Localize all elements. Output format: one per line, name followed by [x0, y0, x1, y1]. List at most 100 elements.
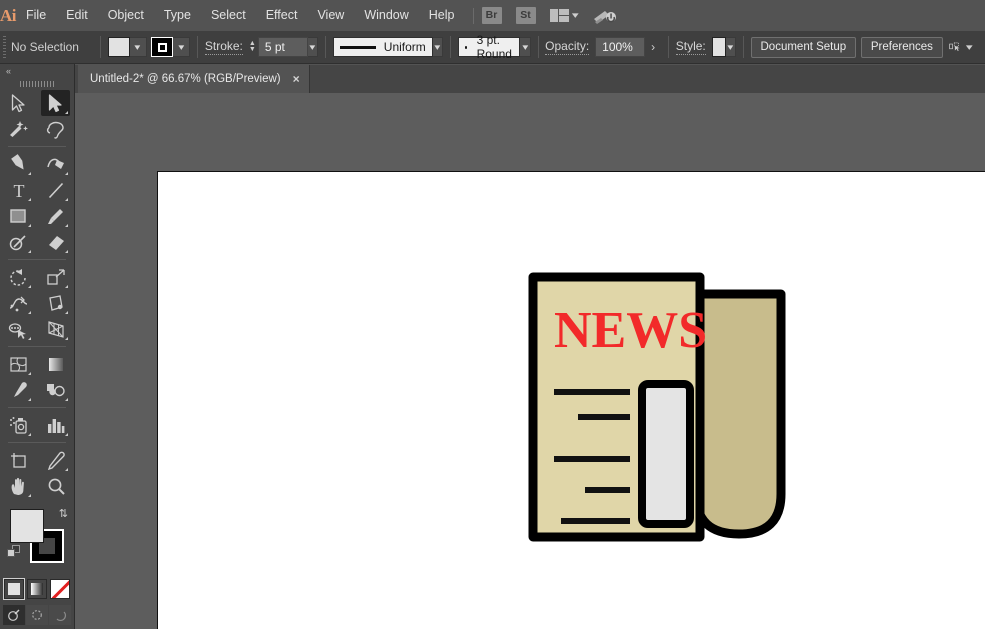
menu-edit[interactable]: Edit: [56, 0, 98, 31]
fill-color-box[interactable]: [10, 509, 44, 543]
eraser-tool[interactable]: [41, 229, 70, 255]
default-fill-stroke-icon[interactable]: [7, 545, 20, 558]
tool-flyout-indicator[interactable]: [65, 198, 68, 201]
stroke-profile-dropdown-icon[interactable]: [433, 37, 443, 57]
curvature-tool[interactable]: [41, 151, 70, 177]
menu-select[interactable]: Select: [201, 0, 256, 31]
collapse-panel-icon[interactable]: «: [0, 64, 74, 78]
tool-flyout-indicator[interactable]: [65, 250, 68, 253]
tool-flyout-indicator[interactable]: [28, 337, 31, 340]
tool-flyout-indicator[interactable]: [28, 250, 31, 253]
tool-flyout-indicator[interactable]: [28, 172, 31, 175]
stock-button[interactable]: St: [516, 7, 536, 24]
tool-flyout-indicator[interactable]: [65, 311, 68, 314]
tool-flyout-indicator[interactable]: [28, 311, 31, 314]
preferences-button[interactable]: Preferences: [861, 37, 943, 58]
free-transform-tool[interactable]: [41, 290, 70, 316]
close-icon[interactable]: ×: [293, 72, 300, 86]
bridge-button[interactable]: Br: [482, 7, 502, 24]
selection-tool[interactable]: [4, 90, 33, 116]
lasso-tool[interactable]: [41, 116, 70, 142]
stroke-weight-label[interactable]: Stroke:: [205, 39, 243, 55]
graphic-style-swatch[interactable]: [712, 37, 726, 57]
shaper-tool[interactable]: [4, 229, 33, 255]
brush-definition-dropdown-icon[interactable]: [520, 37, 530, 57]
newspaper-artwork[interactable]: NEWS: [528, 272, 798, 562]
tool-flyout-indicator[interactable]: [28, 398, 31, 401]
hand-tool[interactable]: [4, 473, 33, 499]
menu-help[interactable]: Help: [419, 0, 465, 31]
artboard-tool[interactable]: [4, 447, 33, 473]
tools-panel-grip[interactable]: [0, 78, 74, 90]
draw-inside-button[interactable]: [49, 605, 71, 625]
graphic-style-dropdown-icon[interactable]: [726, 37, 736, 57]
draw-normal-button[interactable]: [3, 605, 25, 625]
rotate-tool[interactable]: [4, 264, 33, 290]
draw-behind-button[interactable]: [26, 605, 48, 625]
tool-flyout-indicator[interactable]: [65, 468, 68, 471]
opacity-options-icon[interactable]: ›: [645, 40, 661, 54]
stroke-weight-input[interactable]: 5 pt: [258, 37, 308, 57]
align-to-pixel-grid-icon[interactable]: [949, 39, 961, 55]
tool-flyout-indicator[interactable]: [28, 372, 31, 375]
tool-flyout-indicator[interactable]: [65, 285, 68, 288]
stroke-weight-dropdown-icon[interactable]: [308, 37, 318, 57]
tool-flyout-indicator[interactable]: [28, 494, 31, 497]
menu-view[interactable]: View: [307, 0, 354, 31]
artboard[interactable]: NEWS: [157, 171, 985, 629]
gradient-tool[interactable]: [41, 351, 70, 377]
tool-flyout-indicator[interactable]: [65, 398, 68, 401]
magic-wand-tool[interactable]: [4, 116, 33, 142]
menu-type[interactable]: Type: [154, 0, 201, 31]
stroke-color-control[interactable]: [151, 37, 190, 57]
none-mode-button[interactable]: [50, 579, 70, 599]
document-tab[interactable]: Untitled-2* @ 66.67% (RGB/Preview) ×: [78, 65, 310, 93]
tool-flyout-indicator[interactable]: [65, 224, 68, 227]
tool-flyout-indicator[interactable]: [65, 172, 68, 175]
zoom-tool[interactable]: [41, 473, 70, 499]
stroke-weight-stepper[interactable]: ▲▼: [249, 41, 256, 53]
menu-object[interactable]: Object: [98, 0, 154, 31]
shape-builder-tool[interactable]: [4, 316, 33, 342]
eyedropper-tool[interactable]: [4, 377, 33, 403]
menu-window[interactable]: Window: [354, 0, 418, 31]
workspace-switcher-icon[interactable]: [592, 6, 618, 26]
menu-effect[interactable]: Effect: [256, 0, 308, 31]
scale-tool[interactable]: [41, 264, 70, 290]
arrange-dropdown-icon[interactable]: ▾: [572, 10, 579, 21]
fill-swatch[interactable]: [108, 37, 130, 57]
tool-flyout-indicator[interactable]: [28, 433, 31, 436]
document-setup-button[interactable]: Document Setup: [751, 37, 857, 58]
tool-flyout-indicator[interactable]: [28, 285, 31, 288]
opacity-input[interactable]: 100%: [595, 37, 645, 57]
canvas-area[interactable]: NEWS: [75, 93, 985, 629]
slice-tool[interactable]: [41, 447, 70, 473]
align-dropdown-icon[interactable]: ▾: [965, 42, 972, 53]
newspaper-illustration[interactable]: NEWS: [528, 272, 798, 562]
paintbrush-tool[interactable]: [41, 203, 70, 229]
menu-file[interactable]: File: [16, 0, 56, 31]
stroke-dropdown-icon[interactable]: [173, 37, 190, 57]
tool-flyout-indicator[interactable]: [65, 111, 68, 114]
direct-selection-tool[interactable]: [41, 90, 70, 116]
width-tool[interactable]: [4, 290, 33, 316]
tool-flyout-indicator[interactable]: [65, 433, 68, 436]
tool-flyout-indicator[interactable]: [65, 337, 68, 340]
rectangle-tool[interactable]: [4, 203, 33, 229]
fill-color-control[interactable]: [108, 37, 147, 57]
line-segment-tool[interactable]: [41, 177, 70, 203]
gradient-mode-button[interactable]: [27, 579, 47, 599]
stroke-swatch[interactable]: [151, 37, 173, 57]
perspective-grid-tool[interactable]: [41, 316, 70, 342]
tool-flyout-indicator[interactable]: [28, 198, 31, 201]
fill-dropdown-icon[interactable]: [130, 37, 147, 57]
arrange-documents-icon[interactable]: [550, 9, 570, 22]
swap-fill-stroke-icon[interactable]: ⇅: [59, 507, 68, 520]
stroke-profile-select[interactable]: Uniform: [333, 37, 433, 57]
opacity-label[interactable]: Opacity:: [545, 39, 589, 55]
brush-definition-select[interactable]: 3 pt. Round: [458, 37, 520, 57]
mesh-tool[interactable]: [4, 351, 33, 377]
column-graph-tool[interactable]: [41, 412, 70, 438]
blend-tool[interactable]: [41, 377, 70, 403]
type-tool[interactable]: T: [4, 177, 33, 203]
